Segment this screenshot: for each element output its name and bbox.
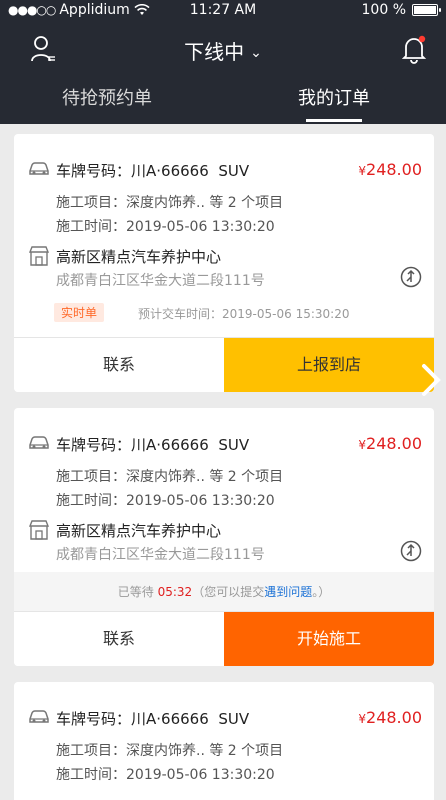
status-toggle[interactable]: 下线中 ⌄ — [0, 36, 446, 65]
service-text: 深度内饰养.. 等 2 个项目 — [126, 195, 284, 211]
shop-icon — [28, 520, 50, 540]
tab-bar: 待抢预约单 我的订单 — [0, 80, 446, 124]
contact-button[interactable]: 联系 — [14, 338, 224, 392]
navigate-icon[interactable] — [400, 266, 422, 288]
service-text: 深度内饰养.. 等 2 个项目 — [126, 469, 284, 485]
order-price: ¥248.00 — [358, 160, 422, 179]
nav-bar: 下线中 ⌄ — [0, 28, 446, 72]
chevron-down-icon: ⌄ — [250, 45, 262, 61]
tab-my-orders[interactable]: 我的订单 — [298, 84, 370, 124]
shop-icon — [28, 246, 50, 266]
service-time: 2019-05-06 13:30:20 — [126, 219, 275, 235]
wait-timer: 05:32 — [157, 585, 193, 599]
shop-address: 成都青白江区华金大道二段111号 — [56, 273, 265, 289]
plate-label: 车牌号码： — [56, 162, 132, 180]
status-bar: ●●●○○ Applidium 11:27 AM 100 % — [0, 0, 446, 22]
plate-number: 川A·66666 — [131, 710, 209, 728]
car-type: SUV — [218, 436, 250, 454]
order-card[interactable]: 车牌号码：川A·66666 SUV ¥248.00 施工项目：深度内饰养.. 等… — [14, 134, 434, 392]
report-problem-link[interactable]: 遇到问题 — [264, 585, 312, 599]
service-row: 施工项目：深度内饰养.. 等 2 个项目 — [56, 743, 284, 759]
order-card[interactable]: 车牌号码：川A·66666 SUV ¥248.00 施工项目：深度内饰养.. 等… — [14, 408, 434, 666]
plate-label: 车牌号码： — [56, 436, 132, 454]
service-text: 深度内饰养.. 等 2 个项目 — [126, 743, 284, 759]
service-row: 施工项目：深度内饰养.. 等 2 个项目 — [56, 469, 284, 485]
tab-underline — [306, 119, 362, 122]
report-arrival-button[interactable]: 上报到店 — [224, 338, 434, 392]
car-type: SUV — [218, 162, 250, 180]
order-price: ¥248.00 — [358, 708, 422, 727]
realtime-badge: 实时单 — [54, 303, 105, 322]
currency-symbol: ¥ — [358, 438, 367, 452]
car-icon — [29, 436, 49, 449]
order-card[interactable]: 车牌号码：川A·66666 SUV ¥248.00 施工项目：深度内饰养.. 等… — [14, 682, 434, 800]
time-row: 施工时间：2019-05-06 13:30:20 — [56, 767, 275, 783]
shop-name: 高新区精点汽车养护中心 — [56, 248, 222, 266]
shop-name: 高新区精点汽车养护中心 — [56, 522, 222, 540]
wait-notice: 已等待 05:32（您可以提交遇到问题。） — [14, 572, 434, 612]
car-type: SUV — [218, 710, 250, 728]
start-service-button[interactable]: 开始施工 — [224, 612, 434, 666]
currency-symbol: ¥ — [358, 712, 367, 726]
plate-label: 车牌号码： — [56, 710, 132, 728]
app-header: ●●●○○ Applidium 11:27 AM 100 % 下线中 ⌄ 待抢预… — [0, 0, 446, 124]
order-price: ¥248.00 — [358, 434, 422, 453]
navigate-icon[interactable] — [400, 540, 422, 562]
bell-icon[interactable] — [400, 34, 428, 64]
service-time: 2019-05-06 13:30:20 — [126, 493, 275, 509]
contact-button[interactable]: 联系 — [14, 612, 224, 666]
chevron-right-icon[interactable] — [416, 360, 446, 400]
currency-symbol: ¥ — [358, 164, 367, 178]
car-icon — [29, 162, 49, 175]
plate-number: 川A·66666 — [131, 436, 209, 454]
car-icon — [29, 710, 49, 723]
page-title: 下线中 — [184, 40, 245, 64]
time-row: 施工时间：2019-05-06 13:30:20 — [56, 219, 275, 235]
service-time: 2019-05-06 13:30:20 — [126, 767, 275, 783]
shop-address: 成都青白江区华金大道二段111号 — [56, 547, 265, 563]
eta-row: 预计交车时间：2019-05-06 15:30:20 — [138, 307, 350, 321]
tab-pending[interactable]: 待抢预约单 — [62, 84, 152, 124]
service-row: 施工项目：深度内饰养.. 等 2 个项目 — [56, 195, 284, 211]
battery-percent: 100 % — [361, 2, 406, 18]
plate-number: 川A·66666 — [131, 162, 209, 180]
battery-icon — [412, 4, 441, 16]
eta-time: 2019-05-06 15:30:20 — [222, 307, 350, 321]
time-row: 施工时间：2019-05-06 13:30:20 — [56, 493, 275, 509]
